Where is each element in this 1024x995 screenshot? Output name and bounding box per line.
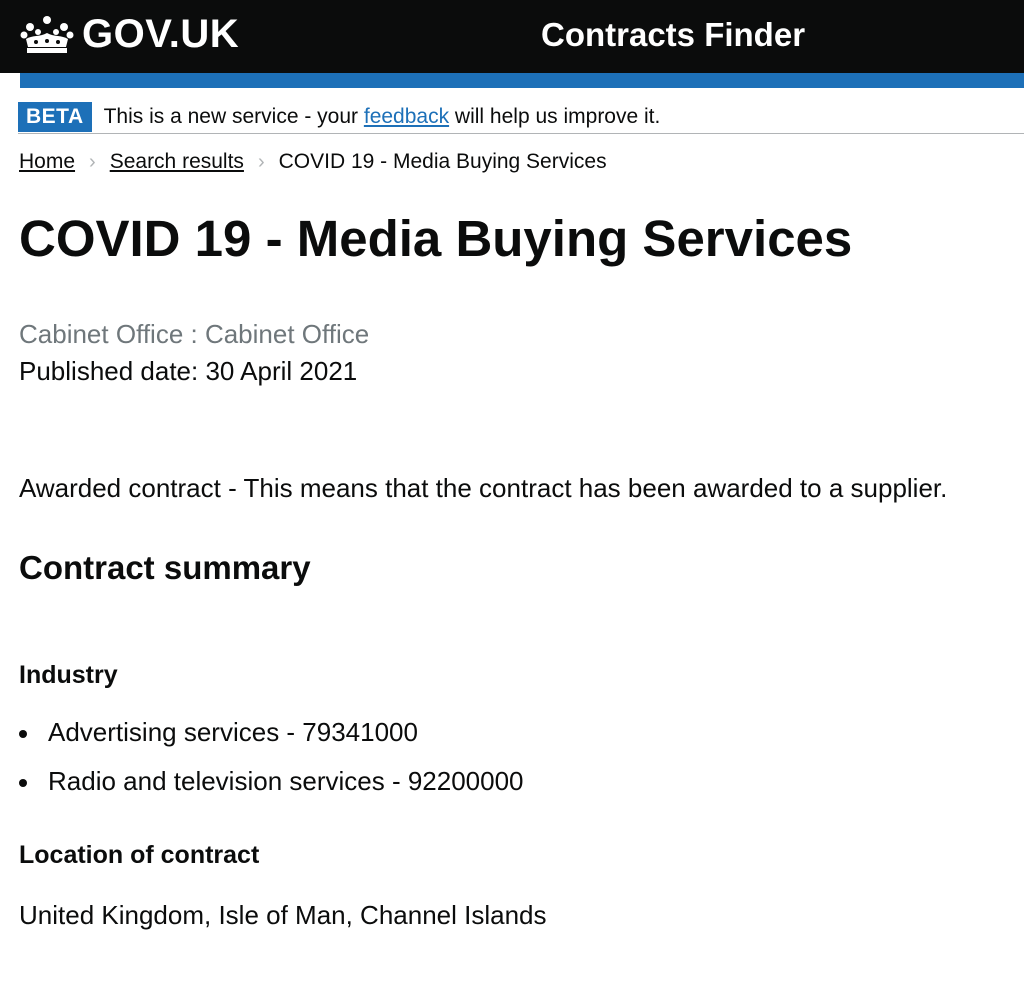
chevron-right-icon: ›: [89, 150, 96, 173]
awarded-notice: Awarded contract - This means that the c…: [19, 473, 948, 504]
service-name-link[interactable]: Contracts Finder: [541, 16, 805, 54]
beta-banner: BETA This is a new service - your feedba…: [18, 88, 1024, 134]
crown-icon: [20, 15, 74, 53]
industry-heading: Industry: [19, 661, 118, 690]
location-heading: Location of contract: [19, 841, 260, 870]
breadcrumb-current: COVID 19 - Media Buying Services: [278, 150, 607, 173]
published-date: Published date: 30 April 2021: [19, 356, 358, 387]
logo-text: GOV.UK: [82, 12, 240, 56]
industry-item: Radio and television services - 92200000: [19, 766, 1024, 797]
location-value: United Kingdom, Isle of Man, Channel Isl…: [19, 900, 547, 931]
feedback-link[interactable]: feedback: [364, 105, 449, 128]
govuk-logo-link[interactable]: GOV.UK: [20, 12, 239, 57]
industry-item: Advertising services - 79341000: [19, 717, 1024, 748]
beta-text-after: will help us improve it.: [449, 104, 661, 128]
beta-banner-text: This is a new service - your feedback wi…: [104, 105, 661, 129]
beta-text-before: This is a new service - your: [103, 104, 364, 128]
header-accent-bar: [20, 73, 1024, 88]
breadcrumb: Home › Search results › COVID 19 - Media…: [0, 149, 1024, 175]
organisation-name: Cabinet Office : Cabinet Office: [19, 319, 370, 350]
beta-tag: BETA: [18, 101, 92, 132]
chevron-right-icon: ›: [257, 150, 265, 173]
breadcrumb-home[interactable]: Home: [19, 150, 75, 174]
contract-summary-heading: Contract summary: [19, 549, 311, 587]
site-header: GOV.UK Contracts Finder: [0, 0, 1024, 73]
page-title: COVID 19 - Media Buying Services: [19, 210, 853, 267]
breadcrumb-search-results[interactable]: Search results: [110, 150, 244, 174]
industry-list: Advertising services - 79341000 Radio an…: [0, 717, 1024, 797]
